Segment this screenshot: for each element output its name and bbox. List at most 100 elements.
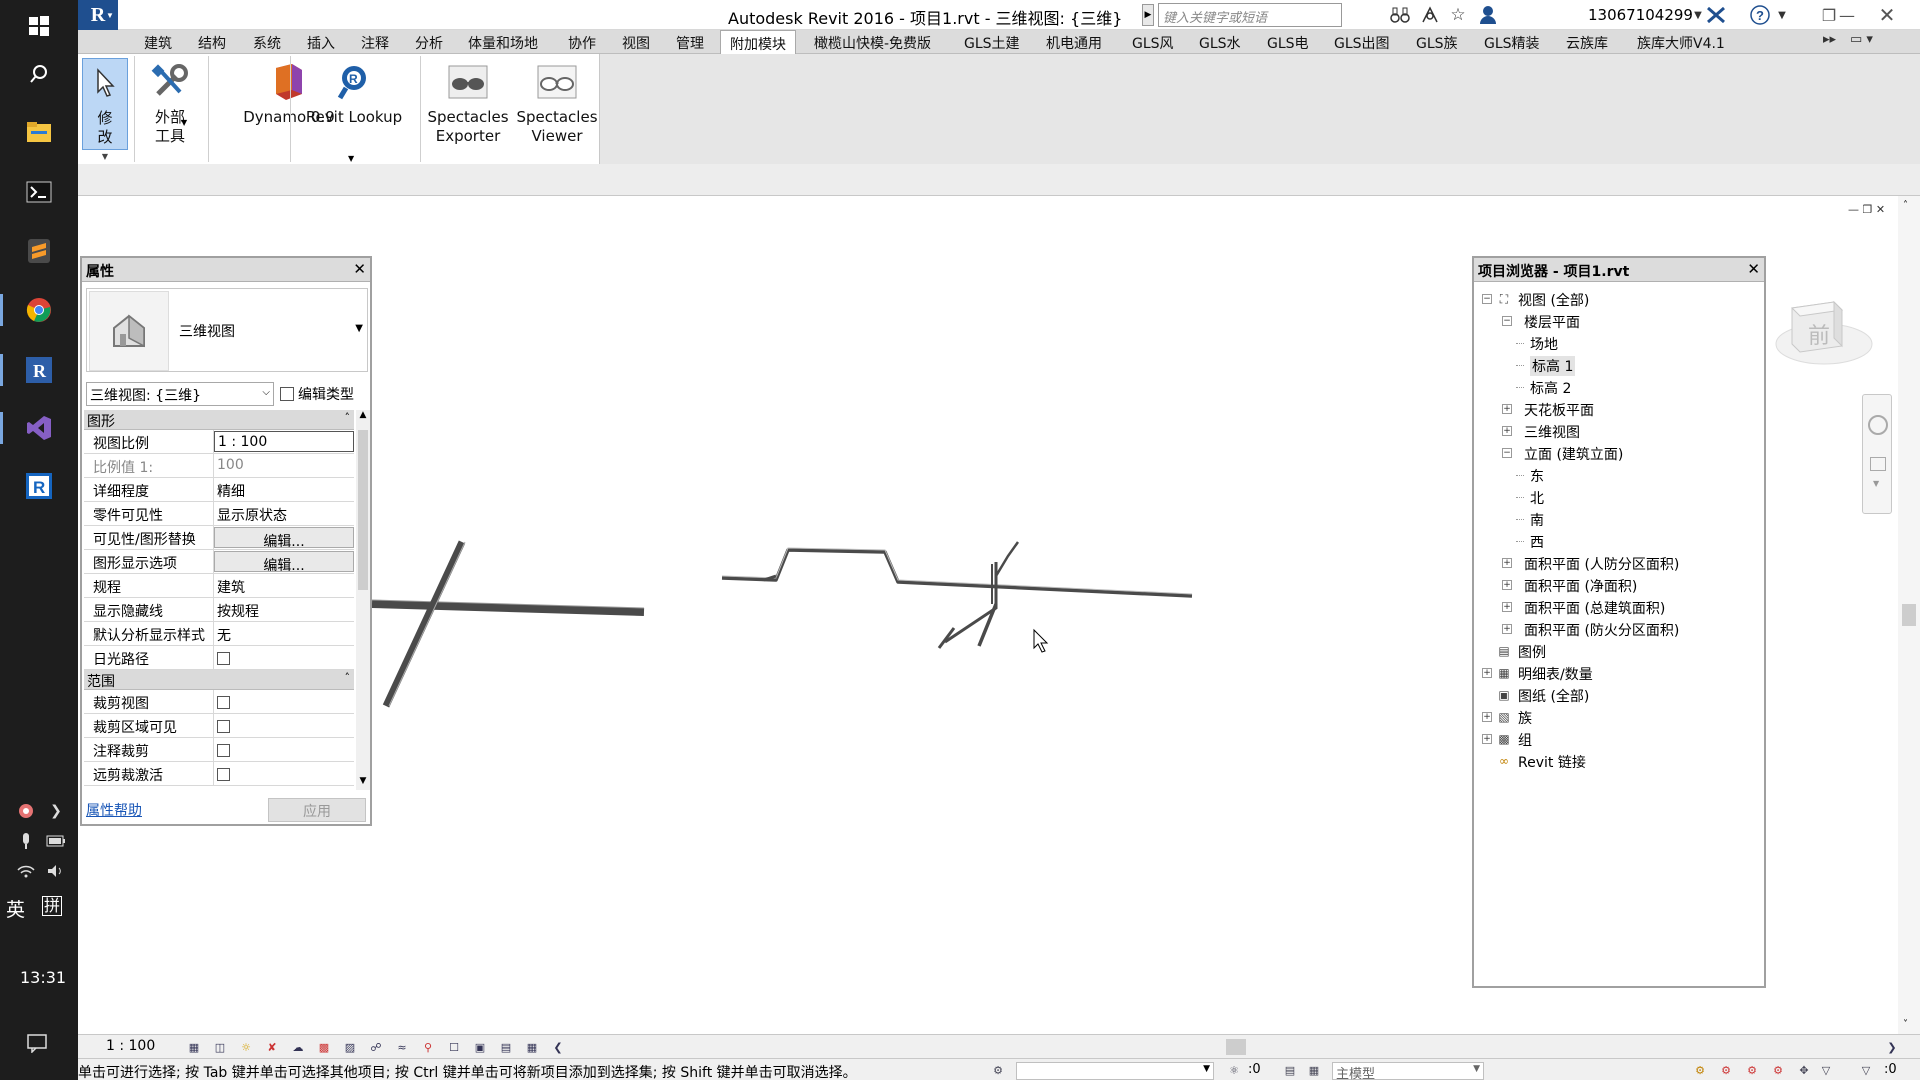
scroll-down-icon[interactable]: ▼ xyxy=(356,776,370,790)
expand-icon[interactable]: + xyxy=(1482,668,1492,678)
expand-icon[interactable]: + xyxy=(1502,580,1512,590)
revit-lookup-dropdown-icon[interactable]: ▼ xyxy=(348,154,354,163)
type-selector[interactable]: 三维视图 ▼ xyxy=(86,288,368,372)
group-extents[interactable]: 范围 ˄ xyxy=(84,670,354,690)
tree-item[interactable]: 西 xyxy=(1474,530,1764,552)
subscription-icon[interactable] xyxy=(1418,3,1442,27)
close-icon[interactable]: ✕ xyxy=(353,260,366,278)
tab-gls-finishing[interactable]: GLS精装 xyxy=(1484,33,1540,53)
select-links-icon[interactable]: ⚙ xyxy=(1692,1062,1708,1078)
tree-item[interactable]: ▣ 图纸 (全部) xyxy=(1474,684,1764,706)
help-icon[interactable]: ? xyxy=(1748,3,1772,27)
collapse-icon[interactable]: − xyxy=(1502,316,1512,326)
modify-button[interactable]: 修改 xyxy=(82,58,128,150)
filter-icon[interactable]: ▽ xyxy=(1818,1062,1834,1078)
external-tools-dropdown-icon[interactable]: ▼ xyxy=(181,118,187,127)
tree-item[interactable]: 标高 1 xyxy=(1474,354,1764,376)
checkbox[interactable] xyxy=(217,744,230,757)
wifi-icon[interactable] xyxy=(13,858,39,884)
workset-selector[interactable]: ▼ xyxy=(1016,1062,1214,1080)
render-icon[interactable]: ☁ xyxy=(290,1039,306,1055)
sun-path-icon[interactable]: ☼ xyxy=(238,1039,254,1055)
tab-annotate[interactable]: 注释 xyxy=(361,33,389,53)
scroll-thumb[interactable] xyxy=(358,430,368,590)
editable-only-icon[interactable]: ▦ xyxy=(1306,1062,1322,1078)
select-by-face-icon[interactable]: ⚙ xyxy=(1770,1062,1786,1078)
tree-item[interactable]: + 面积平面 (总建筑面积) xyxy=(1474,596,1764,618)
visual-style-icon[interactable]: ◫ xyxy=(212,1039,228,1055)
properties-help-link[interactable]: 属性帮助 xyxy=(86,800,142,820)
collapse-icon[interactable]: − xyxy=(1482,294,1492,304)
tab-gls-family[interactable]: GLS族 xyxy=(1416,33,1458,53)
tab-gls-hvac[interactable]: GLS风 xyxy=(1132,33,1174,53)
edit-type-button[interactable]: 编辑类型 xyxy=(280,382,368,406)
tree-item[interactable]: + 三维视图 xyxy=(1474,420,1764,442)
tab-add-ins[interactable]: 附加模块 xyxy=(720,30,796,55)
property-value[interactable]: 按规程 xyxy=(214,598,354,621)
property-checkbox[interactable] xyxy=(214,714,354,737)
view-window-controls[interactable]: — ❐ ✕ xyxy=(1848,203,1885,216)
tree-item[interactable]: − 楼层平面 xyxy=(1474,310,1764,332)
windows-start-icon[interactable] xyxy=(19,6,59,46)
detail-level-icon[interactable]: ▦ xyxy=(186,1039,202,1055)
collapse-icon[interactable]: − xyxy=(1502,448,1512,458)
tree-item[interactable]: + ▧ 族 xyxy=(1474,706,1764,728)
revit-app-menu-icon[interactable]: R ▼ xyxy=(78,0,118,30)
tree-item[interactable]: + 面积平面 (人防分区面积) xyxy=(1474,552,1764,574)
tab-analyze[interactable]: 分析 xyxy=(415,33,443,53)
property-checkbox[interactable] xyxy=(214,690,354,713)
property-checkbox[interactable] xyxy=(214,646,354,669)
favorites-star-icon[interactable]: ☆ xyxy=(1446,3,1470,27)
property-value[interactable]: 建筑 xyxy=(214,574,354,597)
reveal-hidden-icon[interactable]: ⚲ xyxy=(420,1039,436,1055)
tree-item[interactable]: 南 xyxy=(1474,508,1764,530)
binoculars-icon[interactable] xyxy=(1388,3,1412,27)
search-input[interactable]: 键入关键字或短语 xyxy=(1158,3,1342,27)
search-icon[interactable] xyxy=(19,54,59,94)
spectacles-exporter-button[interactable]: Spectacles Exporter xyxy=(424,54,512,164)
tree-item[interactable]: − 立面 (建筑立面) xyxy=(1474,442,1764,464)
tree-item[interactable]: + 面积平面 (防火分区面积) xyxy=(1474,618,1764,640)
scroll-up-icon[interactable]: ▲ xyxy=(356,410,370,424)
ime-language[interactable]: 英 xyxy=(6,895,25,922)
microphone-icon[interactable] xyxy=(13,828,39,854)
vertical-scrollbar[interactable]: ˄ ˅ xyxy=(1898,196,1920,1034)
tab-view[interactable]: 视图 xyxy=(622,33,650,53)
expand-icon[interactable]: + xyxy=(1502,404,1512,414)
edit-button[interactable]: 编辑... xyxy=(214,551,354,572)
expand-icon[interactable]: + xyxy=(1482,734,1492,744)
design-options-icon[interactable]: ▤ xyxy=(1282,1062,1298,1078)
select-pinned-icon[interactable]: ⚙ xyxy=(1744,1062,1760,1078)
tab-gls-civil[interactable]: GLS土建 xyxy=(964,33,1020,53)
worksharing-icon[interactable]: ☐ xyxy=(446,1039,462,1055)
tree-item[interactable]: − ⛶ 视图 (全部) xyxy=(1474,288,1764,310)
analytical-model-icon[interactable]: ▣ xyxy=(472,1039,488,1055)
horizontal-scroll-thumb[interactable] xyxy=(1226,1039,1246,1055)
sublime-text-icon[interactable] xyxy=(19,231,59,271)
checkbox[interactable] xyxy=(217,652,230,665)
instance-selector[interactable]: 三维视图: {三维} ⌵ xyxy=(86,382,274,406)
file-explorer-icon[interactable] xyxy=(19,112,59,152)
user-account[interactable]: 13067104299 xyxy=(1588,6,1693,24)
tree-item[interactable]: 北 xyxy=(1474,486,1764,508)
close-icon[interactable]: ✕ xyxy=(1747,260,1760,278)
search-expand-icon[interactable]: ▶ xyxy=(1142,4,1154,26)
battery-icon[interactable] xyxy=(43,828,69,854)
tab-gls-drawing[interactable]: GLS出图 xyxy=(1334,33,1390,53)
property-value[interactable]: 无 xyxy=(214,622,354,645)
highlight-displacement-icon[interactable]: ▤ xyxy=(498,1039,514,1055)
tree-item[interactable]: + 面积平面 (净面积) xyxy=(1474,574,1764,596)
tab-cloud-library[interactable]: 云族库 xyxy=(1566,33,1608,53)
expand-icon[interactable]: + xyxy=(1502,558,1512,568)
spectacles-viewer-button[interactable]: Spectacles Viewer xyxy=(514,54,600,164)
expand-icon[interactable]: + xyxy=(1482,712,1492,722)
tab-massing-site[interactable]: 体量和场地 xyxy=(468,33,538,53)
scroll-right-icon[interactable]: ❯ xyxy=(1884,1039,1900,1055)
modify-dropdown-icon[interactable]: ▼ xyxy=(82,150,128,162)
property-checkbox[interactable] xyxy=(214,762,354,785)
design-option-selector[interactable]: 主模型 ▼ xyxy=(1332,1062,1484,1080)
scroll-down-icon[interactable]: ˅ xyxy=(1903,1019,1908,1030)
view-scale[interactable]: 1 : 100 xyxy=(106,1038,155,1054)
tab-structure[interactable]: 结构 xyxy=(198,33,226,53)
ribbon-options-icon[interactable]: ▭ ▾ xyxy=(1850,32,1873,47)
